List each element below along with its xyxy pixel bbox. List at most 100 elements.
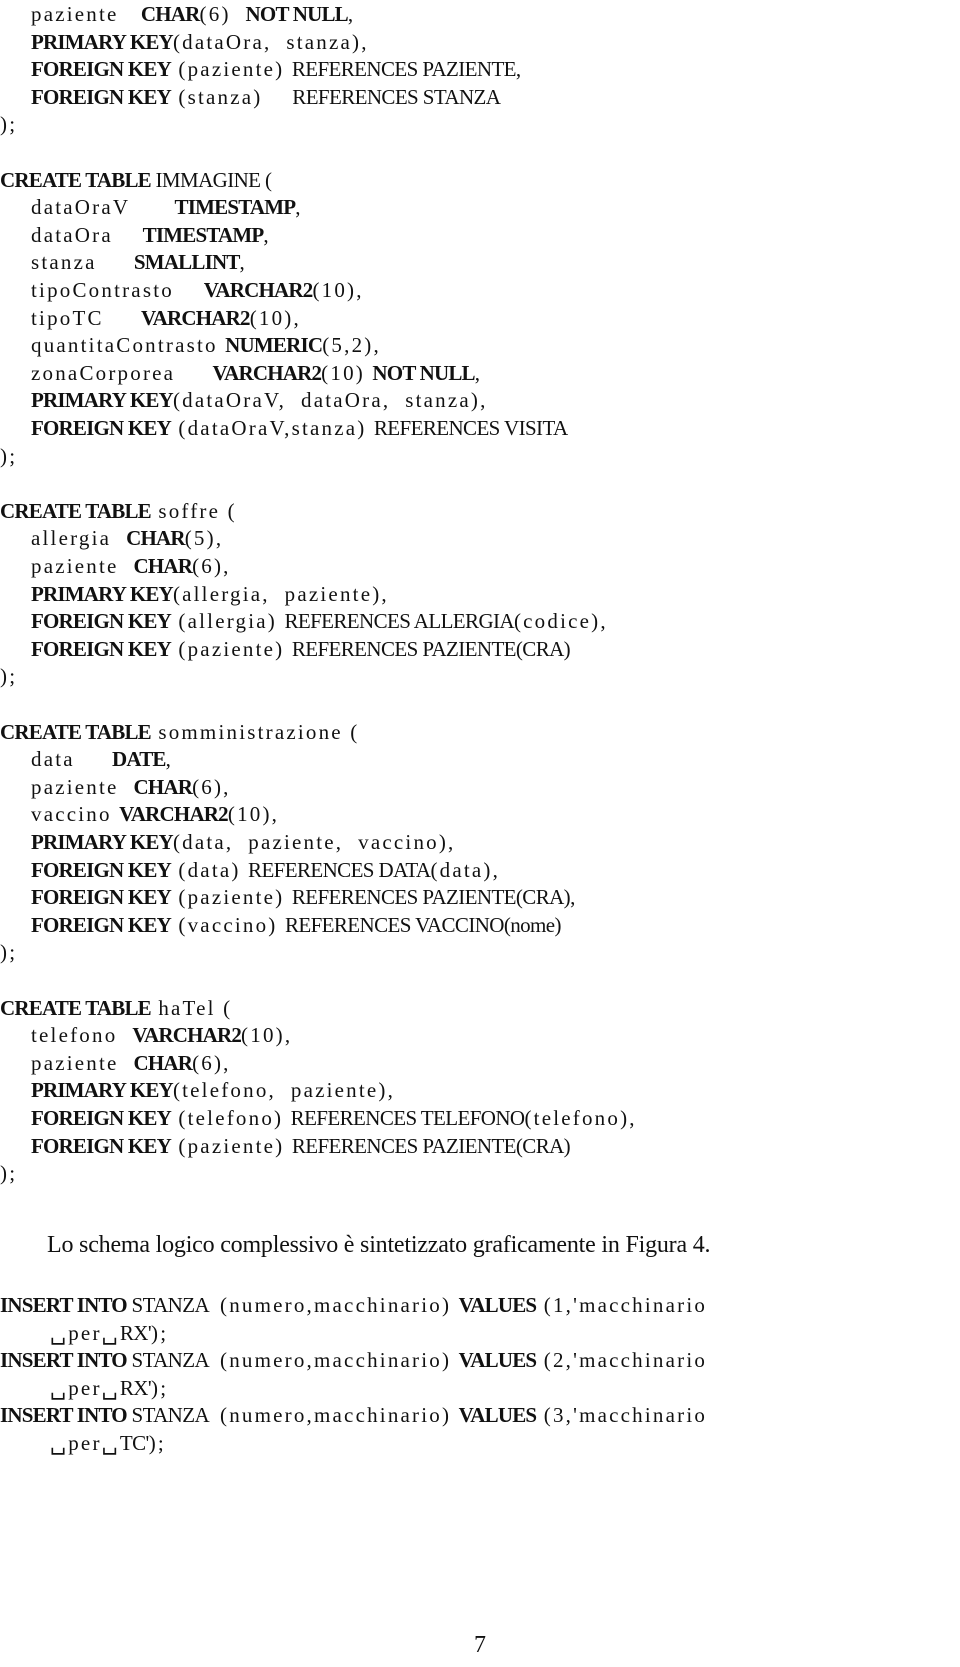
sql-text: , (263, 222, 271, 247)
sql-identifier: IMMAGINE (150, 167, 266, 192)
sql-keyword: VALUES (458, 1348, 537, 1373)
sql-keyword: CHAR (140, 2, 200, 26)
sql-text: (1,'macchinario (536, 1293, 708, 1317)
sql-keyword: CHAR (133, 1050, 193, 1075)
code-line: ); (0, 662, 17, 690)
code-line: telefono VARCHAR2(10), (31, 1021, 292, 1049)
sql-text: (6) (199, 2, 246, 26)
sql-text: ); (0, 1161, 18, 1186)
sql-text: zonaCorporea (31, 360, 213, 385)
sql-keyword: FOREIGN KEY (31, 1106, 172, 1130)
sql-text: (data), (430, 857, 501, 882)
sql-identifier: REFERENCES STANZA (292, 84, 501, 109)
sql-text: quantitaContrasto (31, 333, 226, 358)
code-line: dataOra TIMESTAMP, (31, 221, 271, 249)
code-line: FOREIGN KEY (dataOraV,stanza) REFERENCES… (31, 414, 568, 442)
sql-keyword: INSERT INTO (0, 1293, 128, 1317)
sql-text: (10), (241, 1023, 293, 1048)
sql-text: allergia (31, 526, 127, 551)
sql-identifier: REFERENCES ALLERGIA (284, 609, 514, 634)
sql-identifier: REFERENCES TELEFONO (290, 1106, 525, 1130)
code-line: INSERT INTO STANZA (numero,macchinario) … (0, 1291, 707, 1319)
sql-keyword: NOT NULL (245, 2, 349, 26)
sql-identifier: STANZA (126, 1403, 213, 1428)
sql-keyword: FOREIGN KEY (31, 1133, 172, 1158)
sql-keyword: FOREIGN KEY (31, 885, 172, 910)
sql-text: ␣per␣ (50, 1375, 120, 1400)
code-line: FOREIGN KEY (data) REFERENCES DATA(data)… (31, 856, 500, 884)
code-line: tipoTC VARCHAR2(10), (31, 304, 301, 332)
sql-keyword: VALUES (458, 1403, 537, 1428)
sql-text: (data, paziente, vaccino), (172, 830, 456, 854)
sql-keyword: FOREIGN KEY (31, 416, 172, 440)
code-line: FOREIGN KEY (paziente) REFERENCES PAZIEN… (31, 635, 571, 663)
sql-text: ( (265, 167, 275, 192)
sql-text: (dataOraV, dataOra, stanza), (172, 388, 488, 413)
sql-text: (5,2), (322, 333, 381, 358)
sql-text: tipoTC (31, 305, 141, 330)
sql-text: (vaccino) (170, 912, 285, 937)
code-line: INSERT INTO STANZA (numero,macchinario) … (0, 1346, 707, 1374)
sql-keyword: PRIMARY KEY (31, 830, 174, 854)
sql-text: (allergia, paziente), (172, 581, 389, 606)
sql-identifier: STANZA (126, 1293, 213, 1317)
sql-text: (2,'macchinario (536, 1348, 708, 1373)
sql-text: (5), (184, 526, 224, 551)
sql-text: dataOraV (31, 195, 175, 220)
code-line: stanza SMALLINT, (31, 248, 247, 276)
code-line: CREATE TABLE haTel ( (0, 994, 232, 1022)
code-line: ); (0, 1159, 17, 1187)
sql-text: stanza (31, 250, 134, 275)
code-line: ); (0, 110, 17, 138)
code-line: paziente CHAR(6), (31, 552, 231, 580)
sql-text: (6), (192, 774, 231, 799)
code-line: FOREIGN KEY (stanza) REFERENCES STANZA (31, 83, 501, 111)
sql-keyword: CREATE TABLE (0, 498, 152, 523)
sql-text: , (347, 2, 356, 26)
sql-text: (telefono) (170, 1106, 291, 1130)
sql-keyword: NOT NULL (372, 360, 475, 385)
sql-keyword: VALUES (458, 1293, 537, 1317)
code-line: zonaCorporea VARCHAR2(10) NOT NULL, (31, 359, 482, 387)
sql-text: paziente (31, 1050, 134, 1075)
sql-keyword: FOREIGN KEY (31, 636, 172, 661)
code-line: INSERT INTO STANZA (numero,macchinario) … (0, 1401, 707, 1429)
code-line: PRIMARY KEY(allergia, paziente), (31, 580, 389, 608)
sql-text: tipoContrasto (31, 278, 204, 302)
sql-keyword: VARCHAR2 (119, 802, 229, 827)
sql-text: ); (0, 664, 18, 689)
sql-keyword: FOREIGN KEY (31, 857, 172, 882)
sql-keyword: NUMERIC (225, 333, 323, 358)
sql-keyword: FOREIGN KEY (31, 609, 172, 634)
sql-text: (10) (321, 360, 373, 385)
sql-keyword: SMALLINT (133, 250, 240, 275)
sql-keyword: CREATE TABLE (0, 167, 152, 192)
sql-keyword: PRIMARY KEY (31, 1078, 174, 1103)
sql-text: (6), (192, 554, 231, 578)
sql-text: (numero,macchinario) (212, 1293, 459, 1317)
sql-text: ␣per␣ (50, 1320, 120, 1345)
sql-identifier: REFERENCES PAZIENTE(CRA) (291, 1133, 571, 1158)
sql-keyword: TIMESTAMP (174, 195, 297, 220)
sql-text: ); (0, 443, 18, 468)
sql-text: , (295, 195, 303, 220)
sql-keyword: FOREIGN KEY (31, 912, 172, 937)
sql-text: haTel ( (150, 995, 233, 1020)
sql-keyword: PRIMARY KEY (31, 29, 174, 54)
sql-text: ); (148, 1431, 166, 1455)
code-line: FOREIGN KEY (telefono) REFERENCES TELEFO… (31, 1104, 637, 1132)
sql-identifier: REFERENCES VISITA (373, 416, 568, 440)
code-line: ␣per␣RX'); (50, 1374, 168, 1402)
sql-text: paziente (31, 774, 134, 799)
sql-text: (paziente) (170, 636, 292, 661)
sql-text: (dataOra, stanza), (172, 29, 369, 54)
sql-text: (numero,macchinario) (212, 1348, 459, 1373)
sql-keyword: PRIMARY KEY (31, 388, 174, 413)
code-line: PRIMARY KEY(telefono, paziente), (31, 1076, 395, 1104)
sql-text: telefono (31, 1023, 133, 1048)
sql-keyword: DATE (112, 747, 166, 772)
sql-text: (data) (170, 857, 249, 882)
sql-text: (10), (227, 802, 280, 827)
code-line: ); (0, 442, 17, 470)
sql-text: (paziente) (170, 885, 292, 910)
